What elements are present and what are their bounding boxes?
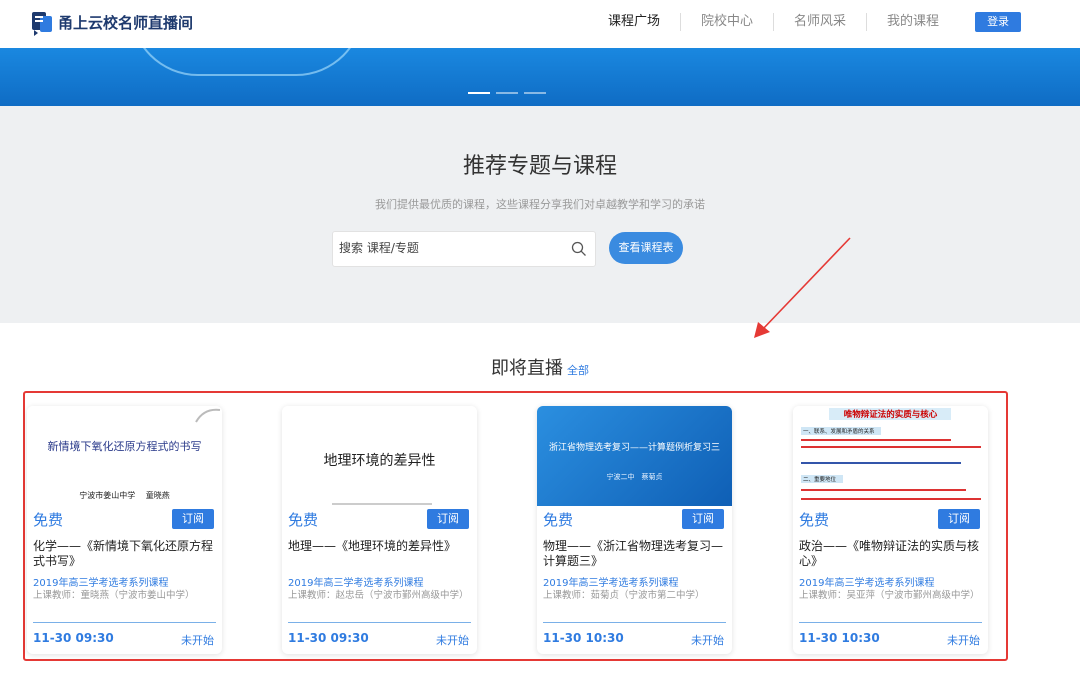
- subscribe-button[interactable]: 订阅: [427, 509, 469, 529]
- price-label: 免费: [799, 511, 830, 529]
- live-all-link[interactable]: 全部: [567, 364, 589, 377]
- card-status: 未开始: [691, 634, 724, 647]
- card-thumbnail: 唯物辩证法的实质与核心 一、联系、发展和矛盾的关系 二、重要地位: [793, 406, 988, 506]
- live-title-text: 即将直播: [491, 358, 563, 379]
- card-divider: [288, 622, 471, 623]
- thumb-subtitle: 宁波二中 蔡菊贞: [606, 473, 663, 481]
- card-time: 11-30 10:30: [543, 631, 624, 645]
- ink-decoration: [195, 408, 221, 423]
- thumb-section-2: 二、重要地位: [803, 477, 837, 483]
- card-time: 11-30 09:30: [288, 631, 369, 645]
- thumb-title: 地理环境的差异性: [323, 453, 436, 469]
- card-teacher: 上课教师：茹菊贞（宁波市第二中学）: [543, 590, 705, 601]
- course-card-physics[interactable]: 浙江省物理选考复习——计算题例析复习三 宁波二中 蔡菊贞 免费 订阅 物理——《…: [537, 406, 732, 654]
- card-thumbnail: 浙江省物理选考复习——计算题例析复习三 宁波二中 蔡菊贞: [537, 406, 732, 506]
- thumb-text-line: [801, 498, 981, 500]
- thumb-text-line: [801, 489, 966, 491]
- thumb-text-line: [801, 439, 951, 441]
- card-title[interactable]: 地理——《地理环境的差异性》: [288, 539, 474, 554]
- card-series: 2019年高三学考选考系列课程: [33, 578, 169, 589]
- thumb-line: [332, 503, 432, 505]
- card-status: 未开始: [436, 634, 469, 647]
- card-title[interactable]: 物理——《浙江省物理选考复习—计算题三》: [543, 539, 729, 569]
- course-card-geography[interactable]: 地理环境的差异性 免费 订阅 地理——《地理环境的差异性》 2019年高三学考选…: [282, 406, 477, 654]
- card-divider: [799, 622, 982, 623]
- card-title[interactable]: 政治——《唯物辩证法的实质与核心》: [799, 539, 985, 569]
- card-status: 未开始: [181, 634, 214, 647]
- card-title[interactable]: 化学——《新情境下氧化还原方程式书写》: [33, 539, 219, 569]
- card-series: 2019年高三学考选考系列课程: [799, 578, 935, 589]
- course-card-politics[interactable]: 唯物辩证法的实质与核心 一、联系、发展和矛盾的关系 二、重要地位 免费 订阅 政…: [793, 406, 988, 654]
- card-status: 未开始: [947, 634, 980, 647]
- course-card-chemistry[interactable]: 新情境下氧化还原方程式的书写 宁波市姜山中学 童晓燕 免费 订阅 化学——《新情…: [27, 406, 222, 654]
- thumb-text-line: [801, 462, 961, 464]
- card-teacher: 上课教师：赵忠岳（宁波市鄞州高级中学）: [288, 590, 469, 601]
- price-label: 免费: [543, 511, 574, 529]
- subscribe-button[interactable]: 订阅: [682, 509, 724, 529]
- card-teacher: 上课教师：吴亚萍（宁波市鄞州高级中学）: [799, 590, 980, 601]
- price-label: 免费: [33, 511, 64, 529]
- thumb-title: 浙江省物理选考复习——计算题例析复习三: [548, 443, 720, 453]
- subscribe-button[interactable]: 订阅: [172, 509, 214, 529]
- live-section-title: 即将直播 全部: [0, 354, 1080, 380]
- card-time: 11-30 10:30: [799, 631, 880, 645]
- subscribe-button[interactable]: 订阅: [938, 509, 980, 529]
- card-series: 2019年高三学考选考系列课程: [288, 578, 424, 589]
- thumb-text-line: [801, 446, 981, 448]
- thumb-section-1: 一、联系、发展和矛盾的关系: [803, 429, 875, 435]
- card-teacher: 上课教师：童晓燕（宁波市姜山中学）: [33, 590, 195, 601]
- price-label: 免费: [288, 511, 319, 529]
- card-thumbnail: 新情境下氧化还原方程式的书写 宁波市姜山中学 童晓燕: [27, 406, 222, 506]
- thumb-title: 新情境下氧化还原方程式的书写: [47, 440, 202, 453]
- thumb-title: 唯物辩证法的实质与核心: [843, 410, 938, 420]
- card-divider: [543, 622, 726, 623]
- thumb-subtitle: 宁波市姜山中学 童晓燕: [79, 491, 170, 500]
- card-thumbnail: 地理环境的差异性: [282, 406, 477, 506]
- card-series: 2019年高三学考选考系列课程: [543, 578, 679, 589]
- card-divider: [33, 622, 216, 623]
- card-time: 11-30 09:30: [33, 631, 114, 645]
